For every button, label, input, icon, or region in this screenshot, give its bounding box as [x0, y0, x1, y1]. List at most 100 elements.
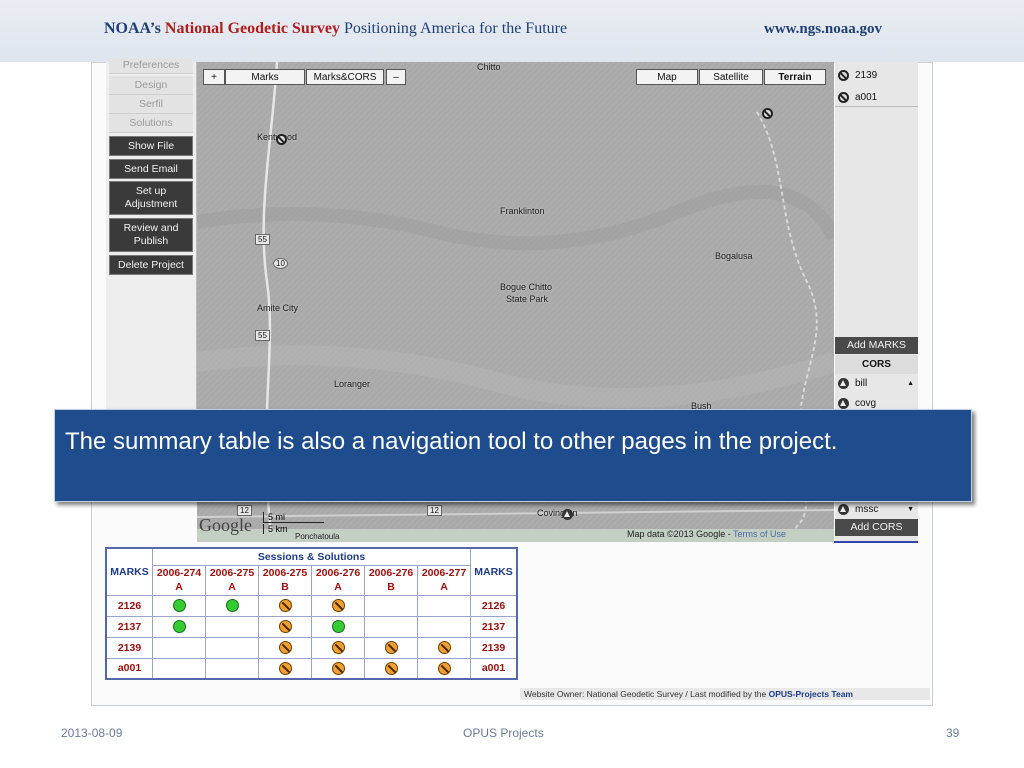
cors-marker[interactable]: [562, 509, 573, 520]
solution-cell[interactable]: [311, 657, 365, 680]
mark-marker[interactable]: [762, 108, 773, 119]
orange-status-icon[interactable]: [278, 661, 292, 675]
solution-cell[interactable]: [258, 657, 312, 680]
terms-of-use-link[interactable]: Terms of Use: [733, 529, 786, 539]
mark-icon: [838, 70, 849, 81]
marks-list-item[interactable]: a001: [835, 88, 918, 107]
review-and-publish-button[interactable]: Review and Publish: [109, 218, 193, 252]
scroll-up-arrow[interactable]: ▲: [907, 380, 914, 387]
solution-cell[interactable]: [152, 615, 206, 638]
solution-cell[interactable]: [364, 657, 418, 680]
table-row: 2126 2126: [105, 594, 518, 617]
highway-shield: 10: [273, 258, 288, 269]
mark-link[interactable]: a001: [105, 657, 153, 680]
green-status-icon[interactable]: [331, 620, 345, 633]
mark-link[interactable]: 2126: [470, 594, 518, 617]
orange-status-icon[interactable]: [278, 641, 292, 654]
highway-shield: 12: [427, 505, 442, 516]
map-type-terrain-button[interactable]: Terrain: [764, 69, 826, 85]
marks-list-item[interactable]: 2139: [835, 66, 918, 85]
place-label: Loranger: [334, 379, 371, 389]
scale-km: 5 km: [263, 524, 292, 534]
orange-status-icon[interactable]: [278, 620, 292, 633]
highway-shield: 55: [255, 234, 270, 245]
orange-status-icon[interactable]: [437, 641, 451, 654]
solution-cell[interactable]: [205, 594, 259, 617]
set-up-adjustment-button[interactable]: Set up Adjustment: [109, 181, 193, 215]
opus-team-link[interactable]: OPUS-Projects Team: [769, 689, 853, 699]
mark-link[interactable]: a001: [470, 657, 518, 680]
green-status-icon[interactable]: [172, 599, 186, 612]
session-header[interactable]: 2006-276 A: [311, 564, 365, 596]
scroll-down-arrow[interactable]: ▼: [907, 506, 914, 513]
marks-column-header: MARKS: [105, 547, 153, 596]
solution-cell[interactable]: [152, 594, 206, 617]
show-file-button[interactable]: Show File: [109, 136, 193, 156]
solution-cell: [417, 615, 471, 638]
map-attribution: Map data ©2013 Google - Terms of Use: [627, 529, 787, 539]
solution-cell[interactable]: [364, 636, 418, 659]
solution-cell[interactable]: [417, 657, 471, 680]
cors-list-item[interactable]: bill ▲: [835, 374, 918, 393]
mark-marker[interactable]: [276, 134, 287, 145]
sessions-group-header: Sessions & Solutions: [152, 547, 471, 566]
solution-cell: [417, 594, 471, 617]
mark-link[interactable]: 2139: [105, 636, 153, 659]
add-cors-button[interactable]: Add CORS: [835, 519, 918, 536]
header-url[interactable]: www.ngs.noaa.gov: [764, 21, 882, 38]
mark-link[interactable]: 2137: [470, 615, 518, 638]
nav-serfil: Serfil: [109, 95, 193, 114]
send-email-button[interactable]: Send Email: [109, 159, 193, 179]
zoom-out-button[interactable]: –: [386, 69, 406, 85]
mark-link[interactable]: 2126: [105, 594, 153, 617]
place-label: Bogue Chitto: [500, 282, 553, 292]
orange-status-icon[interactable]: [437, 661, 451, 675]
solution-cell[interactable]: [311, 636, 365, 659]
slide-title: OPUS Projects: [463, 726, 544, 740]
orange-status-icon[interactable]: [278, 599, 292, 612]
place-label: Chitto: [477, 62, 501, 72]
session-header[interactable]: 2006-277 A: [417, 564, 471, 596]
table-row: 2139 2139: [105, 636, 518, 659]
map-type-satellite-button[interactable]: Satellite: [699, 69, 763, 85]
solution-cell[interactable]: [258, 615, 312, 638]
session-header[interactable]: 2006-276 B: [364, 564, 418, 596]
layer-marks-cors-button[interactable]: Marks&CORS: [306, 69, 384, 85]
session-header[interactable]: 2006-275 A: [205, 564, 259, 596]
solution-cell[interactable]: [258, 594, 312, 617]
solution-cell[interactable]: [311, 615, 365, 638]
orange-status-icon[interactable]: [331, 599, 345, 612]
cors-list-item[interactable]: mssc ▼: [835, 500, 918, 519]
place-label: State Park: [506, 294, 549, 304]
session-header[interactable]: 2006-274 A: [152, 564, 206, 596]
website-footer: Website Owner: National Geodetic Survey …: [520, 688, 930, 700]
project-nav: Preferences Design Serfil Solutions Show…: [106, 58, 197, 422]
solution-cell[interactable]: [311, 594, 365, 617]
green-status-icon[interactable]: [172, 620, 186, 633]
add-marks-button[interactable]: Add MARKS: [835, 337, 918, 354]
summary-table: MARKS Sessions & Solutions MARKS 2006-27…: [105, 547, 518, 680]
slide-number: 39: [946, 726, 960, 740]
solution-cell[interactable]: [417, 636, 471, 659]
mark-link[interactable]: 2137: [105, 615, 153, 638]
orange-status-icon[interactable]: [384, 641, 398, 654]
callout-box: The summary table is also a navigation t…: [54, 409, 972, 502]
orange-status-icon[interactable]: [384, 661, 398, 675]
green-status-icon[interactable]: [225, 599, 239, 612]
map-type-map-button[interactable]: Map: [636, 69, 698, 85]
mark-icon: [838, 91, 849, 103]
session-header[interactable]: 2006-275 B: [258, 564, 312, 596]
solution-cell: [205, 615, 259, 638]
place-label: Amite City: [257, 303, 299, 313]
orange-status-icon[interactable]: [331, 661, 345, 675]
header-title: NOAA’s National Geodetic Survey Position…: [104, 20, 568, 37]
layer-marks-button[interactable]: Marks: [225, 69, 305, 85]
zoom-in-button[interactable]: +: [203, 69, 225, 85]
solution-cell: [205, 636, 259, 659]
orange-status-icon[interactable]: [331, 641, 345, 654]
mark-link[interactable]: 2139: [470, 636, 518, 659]
delete-project-button[interactable]: Delete Project: [109, 255, 193, 275]
table-row: a001 a001: [105, 657, 518, 680]
solution-cell[interactable]: [258, 636, 312, 659]
slide-date: 2013-08-09: [61, 726, 123, 740]
